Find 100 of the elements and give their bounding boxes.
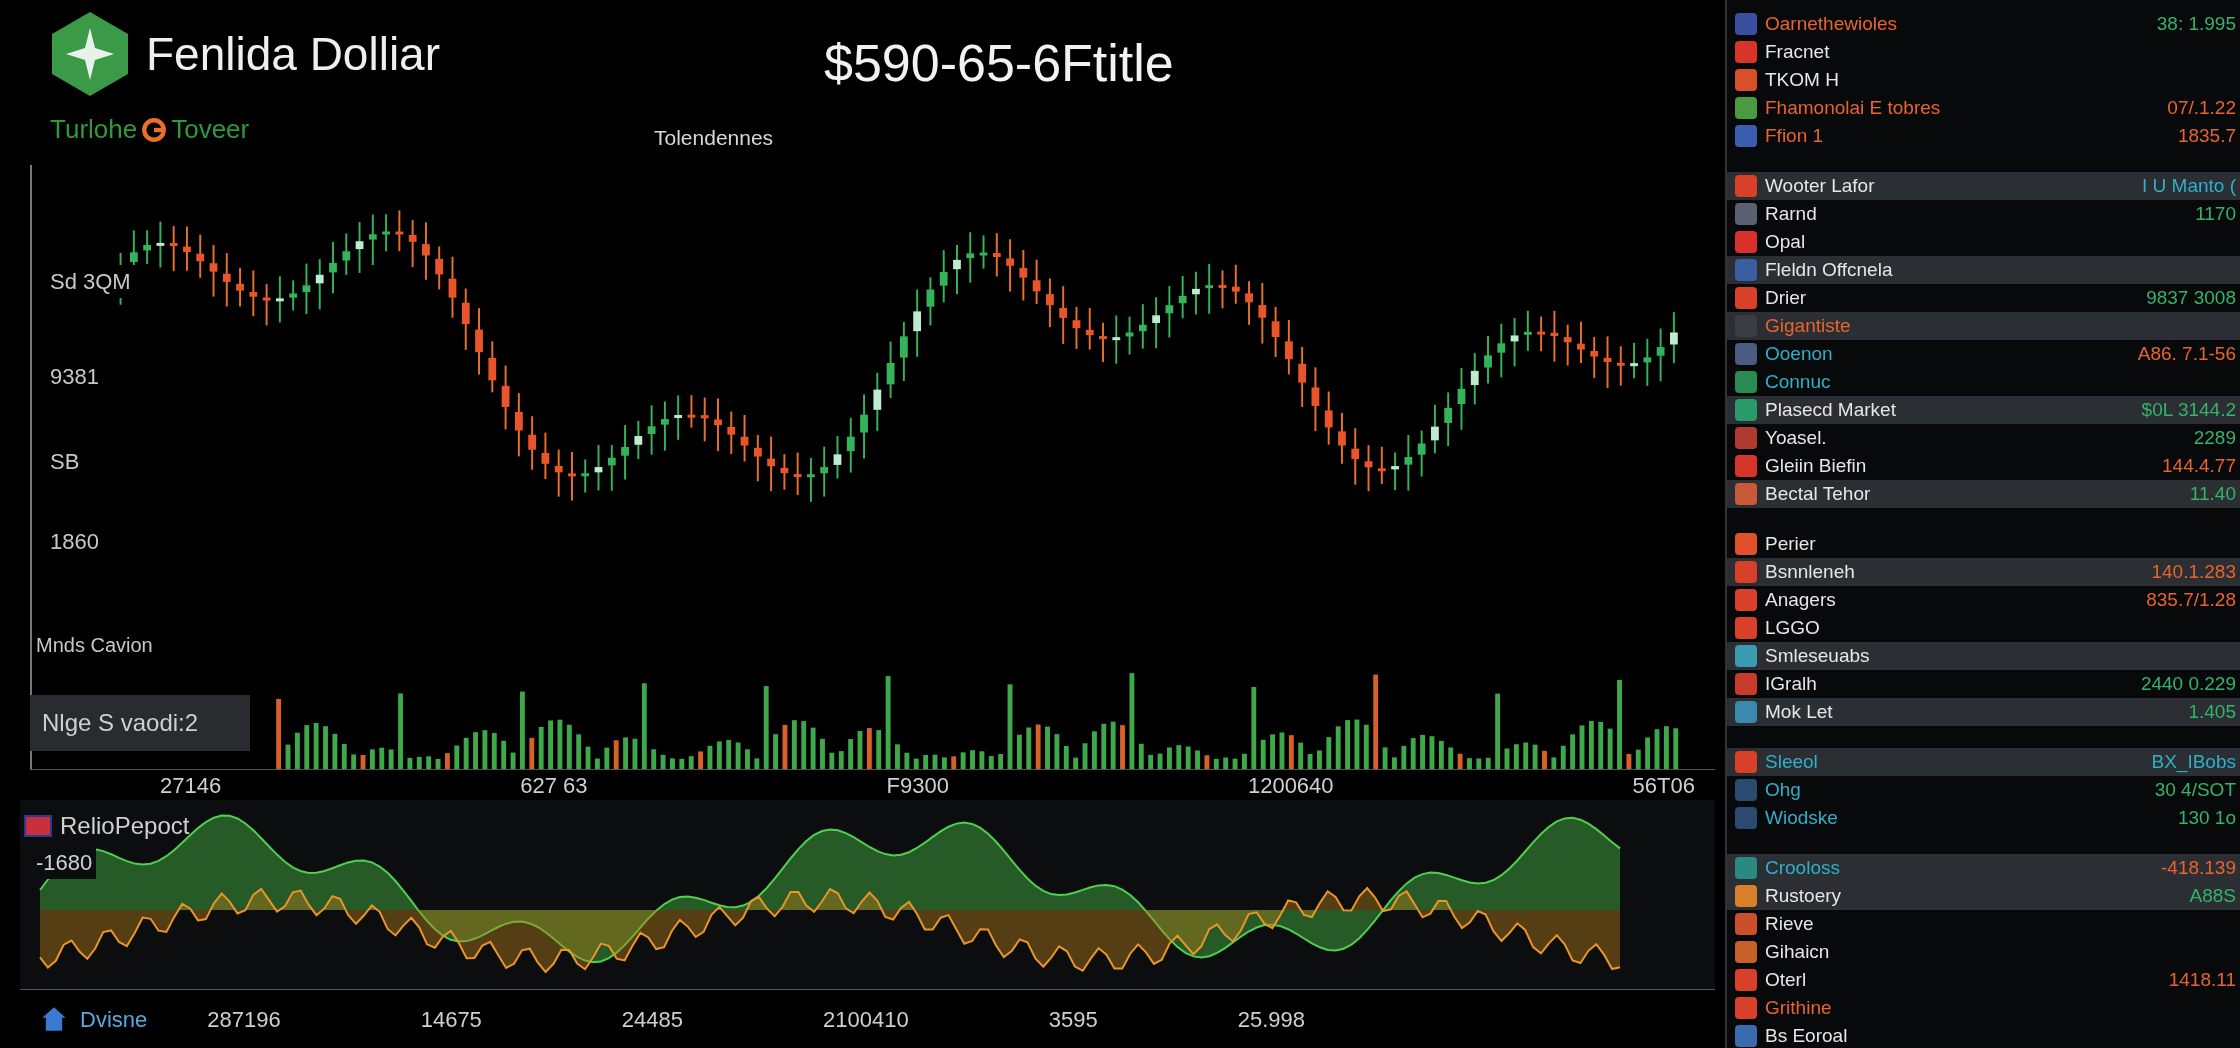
watchlist-row[interactable]: Bectal Tehor 11.40 bbox=[1727, 480, 2240, 508]
ticker-label: Toveer bbox=[171, 113, 250, 146]
watchlist-row[interactable]: Sleeol BX_IBobs bbox=[1727, 748, 2240, 776]
symbol-name: Gihaicn bbox=[1765, 939, 1830, 964]
watchlist-row[interactable]: Rieve bbox=[1727, 910, 2240, 938]
instrument-title: Fenlida Dolliar bbox=[146, 26, 440, 82]
watchlist-row[interactable]: Plasecd Market $0L 3144.2 bbox=[1727, 396, 2240, 424]
flag-icon bbox=[24, 815, 52, 837]
symbol-value: 140.1.283 bbox=[2151, 559, 2236, 584]
watchlist-row[interactable]: IGralh 2440 0.229 bbox=[1727, 670, 2240, 698]
watchlist-row[interactable]: Fleldn Offcnela bbox=[1727, 256, 2240, 284]
watchlist-row[interactable]: Crooloss -418.139 bbox=[1727, 854, 2240, 882]
footer-label: Dvisne bbox=[80, 1005, 148, 1034]
axis-label: F9300 bbox=[886, 771, 949, 800]
symbol-name: TKOM H bbox=[1765, 67, 1839, 92]
axis-label: 24485 bbox=[621, 1005, 684, 1034]
symbol-name: Mok Let bbox=[1765, 699, 1833, 724]
symbol-value: 11.40 bbox=[2189, 481, 2236, 506]
symbol-name: Crooloss bbox=[1765, 855, 1840, 880]
g-logo-icon bbox=[141, 116, 168, 143]
symbol-name: Bectal Tehor bbox=[1765, 481, 1871, 506]
watchlist-row[interactable]: Wiodske 130 1o bbox=[1727, 804, 2240, 832]
watchlist-row[interactable]: Smleseuabs bbox=[1727, 642, 2240, 670]
symbol-name: Fhamonolai E tobres bbox=[1765, 95, 1941, 120]
symbol-value: BX_IBobs bbox=[2151, 749, 2236, 775]
watchlist-row[interactable]: Connuc bbox=[1727, 368, 2240, 396]
watchlist-row[interactable]: Yoasel. 2289 bbox=[1727, 424, 2240, 452]
watchlist-row[interactable]: Gihaicn bbox=[1727, 938, 2240, 966]
symbol-name: Anagers bbox=[1765, 587, 1836, 612]
symbol-name: Rarnd bbox=[1765, 201, 1817, 226]
symbol-value: 1.405 bbox=[2188, 699, 2236, 724]
watchlist-row[interactable]: Oarnethewioles 38: 1.995 bbox=[1727, 10, 2240, 38]
price-heading: $590-65-6Ftitle bbox=[824, 33, 1174, 94]
symbol-value: 1418.11 bbox=[2168, 967, 2236, 992]
symbol-name: Oarnethewioles bbox=[1765, 11, 1898, 36]
watchlist-row[interactable]: Bsnnleneh 140.1.283 bbox=[1727, 558, 2240, 586]
symbol-name: Oterl bbox=[1765, 967, 1807, 992]
watchlist-row[interactable]: Bs Eoroal bbox=[1727, 1022, 2240, 1048]
symbol-value: 835.7/1.28 bbox=[2146, 587, 2236, 612]
symbol-value: I U Manto ( bbox=[2142, 173, 2236, 198]
symbol-name: Plasecd Market bbox=[1765, 397, 1896, 422]
watchlist-row[interactable]: Fhamonolai E tobres 07/.1.22 bbox=[1727, 94, 2240, 122]
symbol-name: Bsnnleneh bbox=[1765, 559, 1855, 584]
symbol-name: Fracnet bbox=[1765, 39, 1830, 64]
symbol-name: Ohg bbox=[1765, 777, 1801, 802]
symbol-value: 07/.1.22 bbox=[2167, 95, 2236, 120]
symbol-name: Bs Eoroal bbox=[1765, 1023, 1848, 1048]
symbol-name: Grithine bbox=[1765, 995, 1832, 1020]
symbol-name: Gleiin Biefin bbox=[1765, 453, 1867, 478]
watchlist-row[interactable]: Gigantiste bbox=[1727, 312, 2240, 340]
symbol-name: Perier bbox=[1765, 531, 1816, 556]
symbol-name: Connuc bbox=[1765, 369, 1831, 394]
symbol-value: A86. 7.1-56 bbox=[2137, 341, 2236, 366]
watchlist-row[interactable]: Mok Let 1.405 bbox=[1727, 698, 2240, 726]
symbol-value: -418.139 bbox=[2161, 855, 2236, 880]
watchlist-row[interactable]: Rarnd 1170 bbox=[1727, 200, 2240, 228]
watchlist-row[interactable]: Grithine bbox=[1727, 994, 2240, 1022]
watchlist-row[interactable]: Opal bbox=[1727, 228, 2240, 256]
watchlist-row[interactable]: Oterl 1418.11 bbox=[1727, 966, 2240, 994]
symbol-value: 2289 bbox=[2193, 425, 2236, 450]
watchlist-row[interactable]: Ooenon A86. 7.1-56 bbox=[1727, 340, 2240, 368]
symbol-value: 144.4.77 bbox=[2162, 453, 2236, 478]
subtitle: Tolendennes bbox=[654, 125, 775, 151]
symbol-name: Rieve bbox=[1765, 911, 1814, 936]
symbol-value: 38: 1.995 bbox=[2156, 11, 2236, 36]
watchlist-row[interactable]: Wooter Lafor I U Manto ( bbox=[1727, 172, 2240, 200]
symbol-name: Wooter Lafor bbox=[1765, 173, 1875, 198]
watchlist-row[interactable]: Anagers 835.7/1.28 bbox=[1727, 586, 2240, 614]
symbol-name: Fleldn Offcnela bbox=[1765, 257, 1893, 282]
watchlist-row[interactable]: Perier bbox=[1727, 530, 2240, 558]
symbol-name: Drier bbox=[1765, 285, 1807, 310]
watchlist-row[interactable]: Rustoery A88S bbox=[1727, 882, 2240, 910]
symbol-name: Sleeol bbox=[1765, 749, 1818, 774]
watchlist-row[interactable]: TKOM H bbox=[1727, 66, 2240, 94]
watchlist-row[interactable]: Fracnet bbox=[1727, 38, 2240, 66]
symbol-name: Wiodske bbox=[1765, 805, 1838, 830]
symbol-value: 9837 3008 bbox=[2146, 285, 2236, 310]
axis-label: 14675 bbox=[420, 1005, 482, 1034]
axis-label: 56T06 bbox=[1632, 771, 1695, 800]
watchlist-row[interactable]: LGGO bbox=[1727, 614, 2240, 642]
watchlist-row[interactable]: Drier 9837 3008 bbox=[1727, 284, 2240, 312]
ticker-label: Turlohe bbox=[50, 113, 138, 146]
symbol-name: Ooenon bbox=[1765, 341, 1833, 366]
symbol-value: $0L 3144.2 bbox=[2141, 397, 2236, 422]
symbol-name: Opal bbox=[1765, 229, 1806, 254]
symbol-name: LGGO bbox=[1765, 615, 1820, 640]
volume-label: Mnds Cavion bbox=[36, 633, 153, 658]
symbol-value: 130 1o bbox=[2177, 805, 2236, 830]
watchlist-row[interactable]: Ohg 30 4/SOT bbox=[1727, 776, 2240, 804]
volume-info-box: Nlge S vaodi:2 bbox=[30, 695, 250, 751]
symbol-value: 2440 0.229 bbox=[2140, 671, 2236, 696]
symbol-name: Rustoery bbox=[1765, 883, 1842, 908]
axis-label: 627 63 bbox=[520, 771, 588, 800]
watchlist-row[interactable]: Ffion 1 1835.7 bbox=[1727, 122, 2240, 150]
axis-label: 1200640 bbox=[1247, 771, 1334, 800]
symbol-name: Smleseuabs bbox=[1765, 643, 1870, 668]
symbol-value: A88S bbox=[2189, 883, 2236, 908]
axis-label: 2100410 bbox=[823, 1005, 909, 1034]
symbol-name: Yoasel. bbox=[1765, 425, 1827, 450]
watchlist-row[interactable]: Gleiin Biefin 144.4.77 bbox=[1727, 452, 2240, 480]
